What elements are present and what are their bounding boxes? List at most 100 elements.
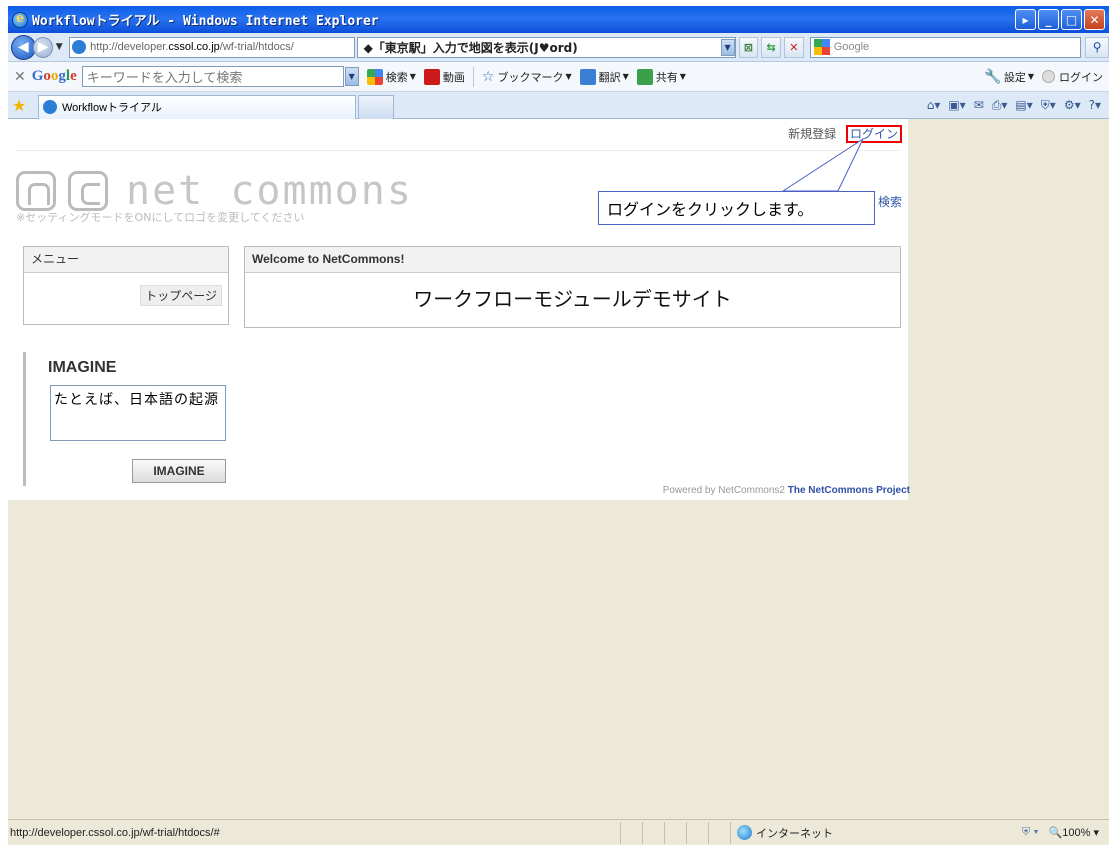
star-icon: ☆ bbox=[481, 68, 495, 85]
close-button[interactable]: ✕ bbox=[1084, 9, 1105, 30]
globe-icon bbox=[737, 825, 752, 840]
status-cell bbox=[686, 821, 708, 844]
login-link[interactable]: ログイン bbox=[845, 125, 902, 143]
stop-icon[interactable]: ✕ bbox=[783, 36, 804, 58]
youtube-icon bbox=[423, 68, 440, 85]
zone-label: インターネット bbox=[756, 827, 833, 840]
status-cell bbox=[642, 821, 664, 844]
minimize-button[interactable]: _ bbox=[1038, 9, 1059, 30]
compat-view-icon[interactable]: ⊠ bbox=[738, 36, 759, 58]
settings-button[interactable]: 🔧 設定 ▼ bbox=[984, 69, 1034, 85]
url-path: /wf-trial/htdocs/ bbox=[219, 41, 294, 53]
browser-window: Workflowトライアル - Windows Internet Explore… bbox=[8, 6, 1109, 845]
google-search-label: 検索 bbox=[385, 70, 408, 84]
site-search-link[interactable]: 検索 bbox=[878, 193, 902, 210]
browser-search-placeholder: Google bbox=[833, 41, 870, 53]
content-area: 新規登録 ログイン net commons ※セッティングモードをONにしてロゴ… bbox=[8, 119, 1109, 819]
chevron-down-icon: ▼ bbox=[622, 72, 629, 81]
protected-mode-icon[interactable]: ⛨ ▾ bbox=[1022, 826, 1039, 839]
menu-block: メニュー トップページ bbox=[23, 246, 229, 325]
google-search-input[interactable]: キーワードを入力して検索 bbox=[81, 66, 344, 87]
status-right: ⛨ ▾ 🔍100% ▾ bbox=[1022, 826, 1109, 839]
safety-icon[interactable]: ⛨▾ bbox=[1041, 98, 1056, 113]
refresh-icon[interactable]: ⇆ bbox=[761, 36, 781, 58]
imagine-textarea[interactable]: たとえば、日本語の起源 bbox=[50, 385, 226, 441]
page-menu-icon[interactable]: ▤▾ bbox=[1015, 98, 1032, 113]
share-label: 共有 bbox=[655, 70, 678, 84]
security-zone[interactable]: インターネット bbox=[730, 821, 920, 844]
logo-wordmark: net commons bbox=[126, 168, 413, 214]
netcommons-project-link[interactable]: The NetCommons Project bbox=[788, 485, 910, 496]
chevron-down-icon: ▼ bbox=[409, 72, 416, 81]
chevron-down-icon: ▼ bbox=[1027, 72, 1034, 81]
map-search-combo[interactable]: ◆「東京駅」入力で地図を表示(J♥ord) ▼ bbox=[356, 36, 736, 58]
chevron-down-icon: ▼ bbox=[679, 72, 686, 81]
address-bar[interactable]: http://developer. cssol.co.jp/wf-trial/ht… bbox=[69, 36, 355, 58]
register-link[interactable]: 新規登録 bbox=[788, 127, 836, 141]
ie-icon bbox=[12, 11, 28, 28]
page-favicon-icon bbox=[43, 100, 57, 114]
zoom-control[interactable]: 🔍100% ▾ bbox=[1049, 826, 1099, 839]
header-divider bbox=[16, 150, 900, 151]
feeds-icon[interactable]: ▣▾ bbox=[948, 98, 965, 113]
logo-note: ※セッティングモードをONにしてロゴを変更してください bbox=[16, 211, 305, 224]
toolbar-separator bbox=[472, 66, 474, 87]
window-title: Workflowトライアル - Windows Internet Explore… bbox=[32, 14, 379, 29]
google-login-button[interactable]: ログイン bbox=[1042, 69, 1103, 85]
youtube-video-button[interactable]: 動画 bbox=[423, 68, 465, 85]
share-button[interactable]: 共有 ▼ bbox=[636, 68, 686, 85]
google-toolbar: ✕ Google キーワードを入力して検索 ▼ 検索 ▼ 動画 ☆ ブックマーク… bbox=[8, 62, 1109, 92]
annotation-callout: ログインをクリックします。 bbox=[598, 191, 875, 225]
address-toolbar: ◀ ▶ ▼ http://developer. cssol.co.jp/wf-tr… bbox=[8, 33, 1109, 62]
google-logo: Google bbox=[31, 68, 77, 84]
menu-header: メニュー bbox=[24, 247, 228, 273]
title-bar: Workflowトライアル - Windows Internet Explore… bbox=[8, 6, 1109, 33]
menu-item-top-page[interactable]: トップページ bbox=[140, 285, 222, 306]
header-links: 新規登録 ログイン bbox=[788, 125, 902, 143]
web-page: 新規登録 ログイン net commons ※セッティングモードをONにしてロゴ… bbox=[8, 119, 910, 500]
extra-menu-button[interactable]: ▸ bbox=[1015, 9, 1036, 30]
status-url: http://developer.cssol.co.jp/wf-trial/ht… bbox=[10, 826, 220, 839]
chevron-down-icon[interactable]: ▼ bbox=[344, 67, 359, 86]
bookmark-button[interactable]: ☆ ブックマーク ▼ bbox=[482, 69, 572, 85]
translate-button[interactable]: 翻訳 ▼ bbox=[579, 68, 629, 85]
mail-icon[interactable]: ✉ bbox=[974, 98, 984, 113]
google-icon bbox=[366, 68, 383, 85]
favorites-star-icon[interactable]: ★ bbox=[12, 96, 32, 115]
translate-icon bbox=[579, 68, 596, 85]
user-circle-icon bbox=[1042, 70, 1055, 83]
logo-n-icon bbox=[16, 171, 56, 211]
search-icon[interactable]: ⚲ bbox=[1085, 36, 1109, 58]
chevron-down-icon[interactable]: ▼ bbox=[720, 38, 735, 56]
print-icon[interactable]: ⎙▾ bbox=[992, 98, 1008, 113]
tab-workflow-trial[interactable]: Workflowトライアル bbox=[38, 94, 356, 119]
tools-gear-icon[interactable]: ⚙▾ bbox=[1064, 98, 1081, 113]
site-logo: net commons bbox=[16, 168, 413, 214]
history-dropdown-icon[interactable]: ▼ bbox=[53, 42, 65, 52]
chevron-down-icon: ▼ bbox=[565, 72, 572, 81]
imagine-button[interactable]: IMAGINE bbox=[132, 459, 226, 483]
share-icon bbox=[636, 68, 653, 85]
page-favicon-icon bbox=[72, 40, 87, 54]
google-login-label: ログイン bbox=[1059, 70, 1103, 84]
window-controls: ▸ _ □ ✕ bbox=[1015, 9, 1109, 30]
powered-by: Powered by NetCommons2 The NetCommons Pr… bbox=[663, 485, 910, 496]
settings-label: 設定 bbox=[1003, 70, 1026, 84]
status-cell bbox=[708, 821, 730, 844]
close-toolbar-icon[interactable]: ✕ bbox=[14, 69, 26, 85]
home-icon[interactable]: ⌂▾ bbox=[927, 98, 941, 113]
status-bar: http://developer.cssol.co.jp/wf-trial/ht… bbox=[8, 819, 1109, 845]
powered-by-text: Powered by NetCommons2 bbox=[662, 485, 785, 496]
google-toolbar-right: 🔧 設定 ▼ ログイン bbox=[976, 69, 1109, 85]
help-icon[interactable]: ?▾ bbox=[1089, 98, 1101, 113]
google-search-button[interactable]: 検索 ▼ bbox=[366, 68, 416, 85]
wrench-icon: 🔧 bbox=[984, 68, 1002, 85]
back-button[interactable]: ◀ bbox=[11, 34, 36, 60]
new-tab-button[interactable] bbox=[358, 94, 394, 119]
forward-button[interactable]: ▶ bbox=[32, 36, 54, 58]
status-cell bbox=[620, 821, 642, 844]
maximize-button[interactable]: □ bbox=[1061, 9, 1082, 30]
google-icon bbox=[813, 39, 830, 55]
logo-c-icon bbox=[68, 171, 108, 211]
browser-search-input[interactable]: Google bbox=[809, 36, 1082, 58]
